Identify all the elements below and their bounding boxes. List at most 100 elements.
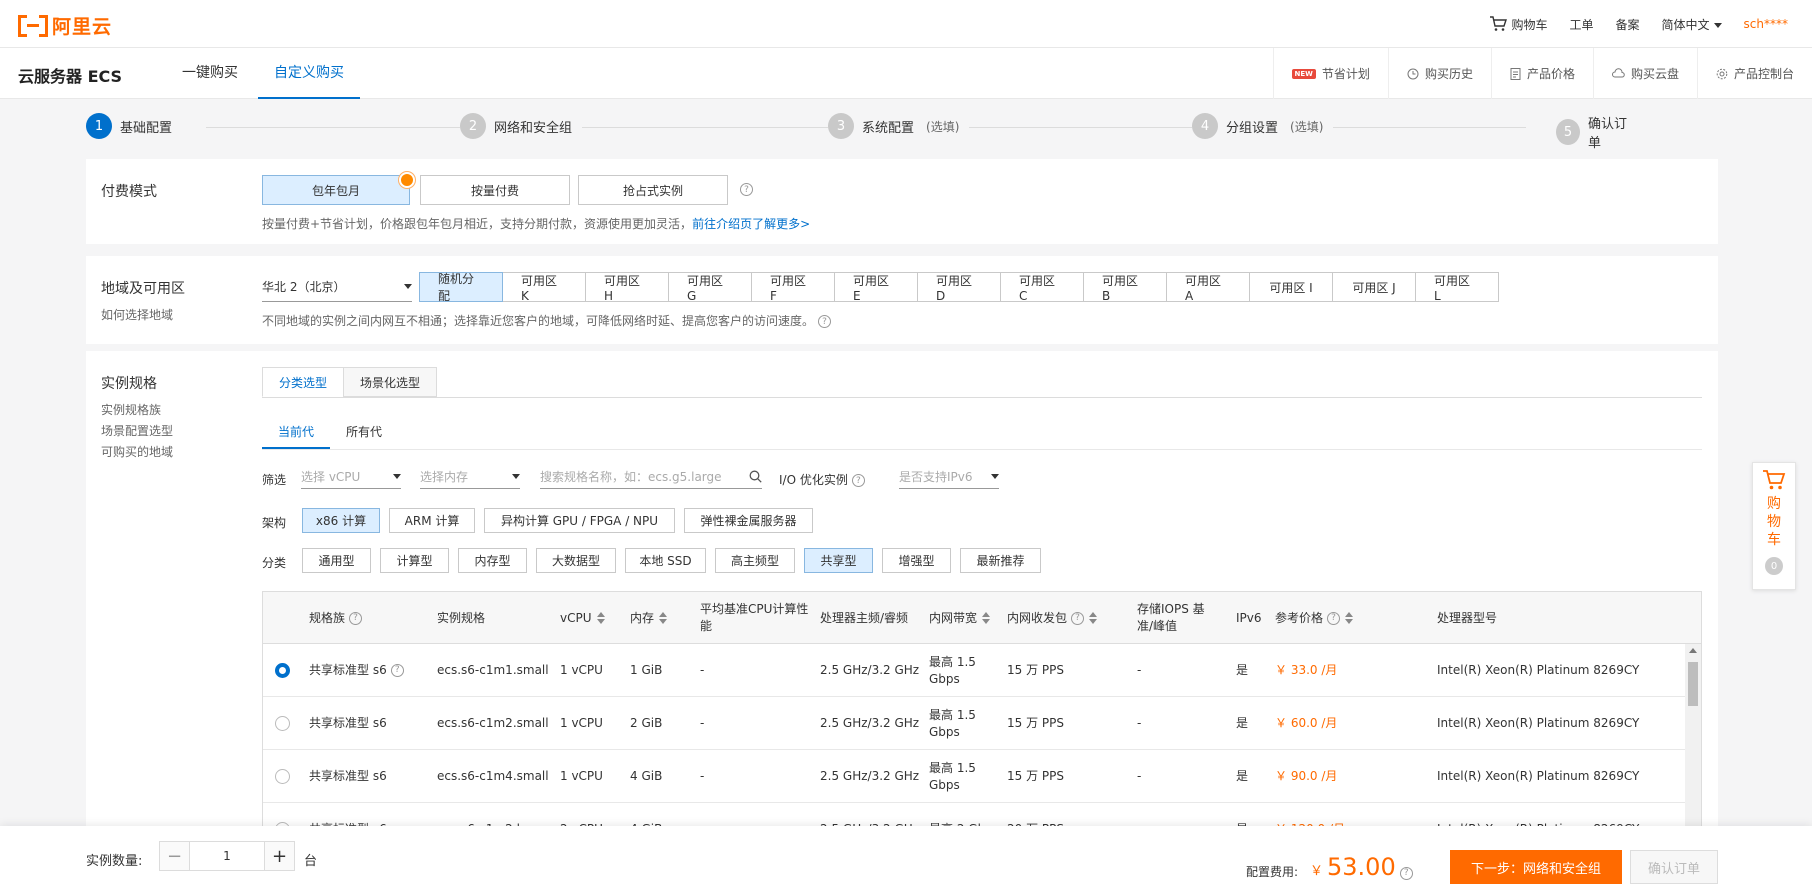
- available-regions-link[interactable]: 可购买的地域: [101, 443, 173, 460]
- fee-help-icon[interactable]: ?: [1399, 866, 1413, 880]
- quantity-increment-button[interactable]: +: [264, 842, 294, 870]
- zone-f[interactable]: 可用区 F: [751, 272, 835, 303]
- top-cart-link[interactable]: 购物车: [1489, 16, 1547, 33]
- price-help-icon[interactable]: ?: [1327, 611, 1341, 625]
- tab-one-click-buy[interactable]: 一键购买: [182, 48, 238, 99]
- category-compute-button[interactable]: 计算型: [380, 548, 449, 573]
- step-3[interactable]: 3 系统配置 (选填): [828, 113, 970, 139]
- col-bandwidth[interactable]: 内网带宽: [929, 592, 991, 644]
- category-latest-button[interactable]: 最新推荐: [960, 548, 1041, 573]
- top-ticket-link[interactable]: 工单: [1569, 16, 1593, 33]
- zone-j[interactable]: 可用区 J: [1332, 272, 1416, 302]
- ipv6-select[interactable]: 是否支持IPv6: [899, 465, 999, 489]
- floating-cart[interactable]: 购物车 0: [1752, 462, 1796, 590]
- category-enhanced-button[interactable]: 增强型: [882, 548, 951, 573]
- step-1[interactable]: 1 基础配置: [86, 113, 183, 139]
- col-memory[interactable]: 内存: [630, 592, 668, 644]
- billing-subscription-button[interactable]: 包年包月: [262, 172, 415, 205]
- vcpu-select[interactable]: 选择 vCPU: [301, 465, 401, 489]
- arch-bare-metal-button[interactable]: 弹性裸金属服务器: [684, 508, 813, 533]
- purchase-steps: 1 基础配置 2 网络和安全组 3 系统配置 (选填) 4 分组设置 (选填) 5 确认订单: [86, 113, 1646, 151]
- scenario-config-link[interactable]: 场景配置选型: [101, 422, 173, 439]
- category-big-data-button[interactable]: 大数据型: [536, 548, 616, 573]
- row-radio[interactable]: [275, 716, 290, 731]
- confirm-order-button[interactable]: 确认订单: [1630, 850, 1718, 884]
- top-filing-link[interactable]: 备案: [1616, 16, 1640, 33]
- billing-spot-button[interactable]: 抢占式实例: [578, 175, 728, 205]
- zone-d[interactable]: 可用区 D: [917, 272, 1001, 303]
- purchase-history-link[interactable]: 购买历史: [1387, 48, 1491, 99]
- row-radio[interactable]: [275, 769, 290, 784]
- category-local-ssd-button[interactable]: 本地 SSD: [625, 548, 706, 573]
- tab-custom-buy[interactable]: 自定义购买: [258, 48, 360, 99]
- region-help-icon[interactable]: ?: [818, 315, 832, 328]
- savings-plan-link[interactable]: NEW 节省计划: [1272, 48, 1388, 99]
- zone-h[interactable]: 可用区 H: [585, 272, 669, 303]
- family-help-icon[interactable]: ?: [390, 664, 404, 677]
- io-help-icon[interactable]: ?: [851, 474, 865, 487]
- discount-badge-icon: [399, 172, 415, 188]
- tab-all-gen[interactable]: 所有代: [346, 423, 382, 449]
- language-select[interactable]: 简体中文: [1662, 16, 1722, 33]
- aliyun-logo[interactable]: 阿里云: [18, 12, 112, 39]
- billing-pay-as-you-go-button[interactable]: 按量付费: [420, 175, 570, 205]
- tab-category-select[interactable]: 分类选型: [262, 367, 345, 397]
- tab-scenario-select[interactable]: 场景化选型: [343, 367, 438, 397]
- chevron-down-icon: [512, 474, 520, 479]
- table-row[interactable]: 共享标准型 s6? ecs.s6-c1m1.small 1 vCPU 1 GiB…: [263, 644, 1685, 697]
- step-5[interactable]: 5 确认订单: [1556, 113, 1646, 151]
- spec-search-input[interactable]: 搜索规格名称，如：ecs.g5.large: [540, 465, 762, 489]
- table-scrollbar[interactable]: [1685, 644, 1701, 850]
- step-2[interactable]: 2 网络和安全组: [460, 113, 583, 139]
- zone-a[interactable]: 可用区 A: [1166, 272, 1250, 303]
- arch-label: 架构: [262, 516, 287, 530]
- instance-spec-table: 规格族? 实例规格 vCPU 内存 平均基准CPU计算性能 处理器主频/睿频 内…: [262, 591, 1702, 851]
- col-price[interactable]: 参考价格?: [1275, 592, 1354, 644]
- zone-l[interactable]: 可用区 L: [1415, 272, 1499, 303]
- category-shared-button[interactable]: 共享型: [804, 548, 873, 573]
- memory-select[interactable]: 选择内存: [420, 465, 520, 489]
- arch-heterogeneous-button[interactable]: 异构计算 GPU / FPGA / NPU: [484, 508, 675, 533]
- zone-c[interactable]: 可用区 C: [1000, 272, 1084, 303]
- instance-family-link[interactable]: 实例规格族: [101, 401, 161, 418]
- buy-disk-link[interactable]: 购买云盘: [1592, 48, 1697, 99]
- zone-i[interactable]: 可用区 I: [1249, 272, 1333, 302]
- zone-g[interactable]: 可用区 G: [668, 272, 752, 303]
- sort-icon: [596, 612, 605, 624]
- family-help-icon[interactable]: ?: [349, 611, 363, 625]
- category-high-freq-button[interactable]: 高主频型: [715, 548, 795, 573]
- quantity-input[interactable]: 1: [190, 842, 264, 870]
- arch-x86-button[interactable]: x86 计算: [302, 508, 380, 533]
- console-link[interactable]: 产品控制台: [1696, 48, 1812, 99]
- arch-arm-button[interactable]: ARM 计算: [389, 508, 475, 533]
- scroll-up-icon[interactable]: [1689, 648, 1697, 653]
- category-general-button[interactable]: 通用型: [302, 548, 371, 573]
- cart-icon: [1490, 16, 1508, 31]
- category-memory-button[interactable]: 内存型: [458, 548, 527, 573]
- user-account[interactable]: sch****: [1744, 17, 1788, 31]
- zone-e[interactable]: 可用区 E: [834, 272, 918, 303]
- region-label: 地域及可用区: [101, 281, 185, 297]
- zone-random[interactable]: 随机分配: [419, 272, 503, 303]
- next-step-button[interactable]: 下一步：网络和安全组: [1450, 850, 1622, 884]
- col-pps[interactable]: 内网收发包?: [1007, 592, 1098, 644]
- zone-k[interactable]: 可用区 K: [502, 272, 586, 303]
- search-icon[interactable]: [749, 470, 762, 483]
- product-price-link[interactable]: 产品价格: [1490, 48, 1593, 99]
- quantity-decrement-button[interactable]: −: [160, 842, 190, 870]
- tab-current-gen[interactable]: 当前代: [262, 423, 330, 449]
- billing-help-icon[interactable]: ?: [740, 183, 753, 196]
- scrollbar-thumb[interactable]: [1688, 662, 1698, 706]
- col-vcpu[interactable]: vCPU: [560, 592, 605, 644]
- select-mode-tabs: 分类选型 场景化选型: [262, 367, 438, 397]
- step-4[interactable]: 4 分组设置 (选填): [1192, 113, 1334, 139]
- zone-b[interactable]: 可用区 B: [1083, 272, 1167, 303]
- table-header: 规格族? 实例规格 vCPU 内存 平均基准CPU计算性能 处理器主频/睿频 内…: [263, 592, 1701, 644]
- pps-help-icon[interactable]: ?: [1071, 611, 1085, 625]
- billing-learn-more-link[interactable]: 前往介绍页了解更多>: [692, 217, 810, 231]
- region-select[interactable]: 华北 2（北京）: [262, 272, 412, 302]
- table-row[interactable]: 共享标准型 s6 ecs.s6-c1m4.small 1 vCPU 4 GiB …: [263, 750, 1685, 803]
- region-help-link[interactable]: 如何选择地域: [101, 306, 173, 323]
- table-row[interactable]: 共享标准型 s6 ecs.s6-c1m2.small 1 vCPU 2 GiB …: [263, 697, 1685, 750]
- row-radio[interactable]: [275, 663, 290, 678]
